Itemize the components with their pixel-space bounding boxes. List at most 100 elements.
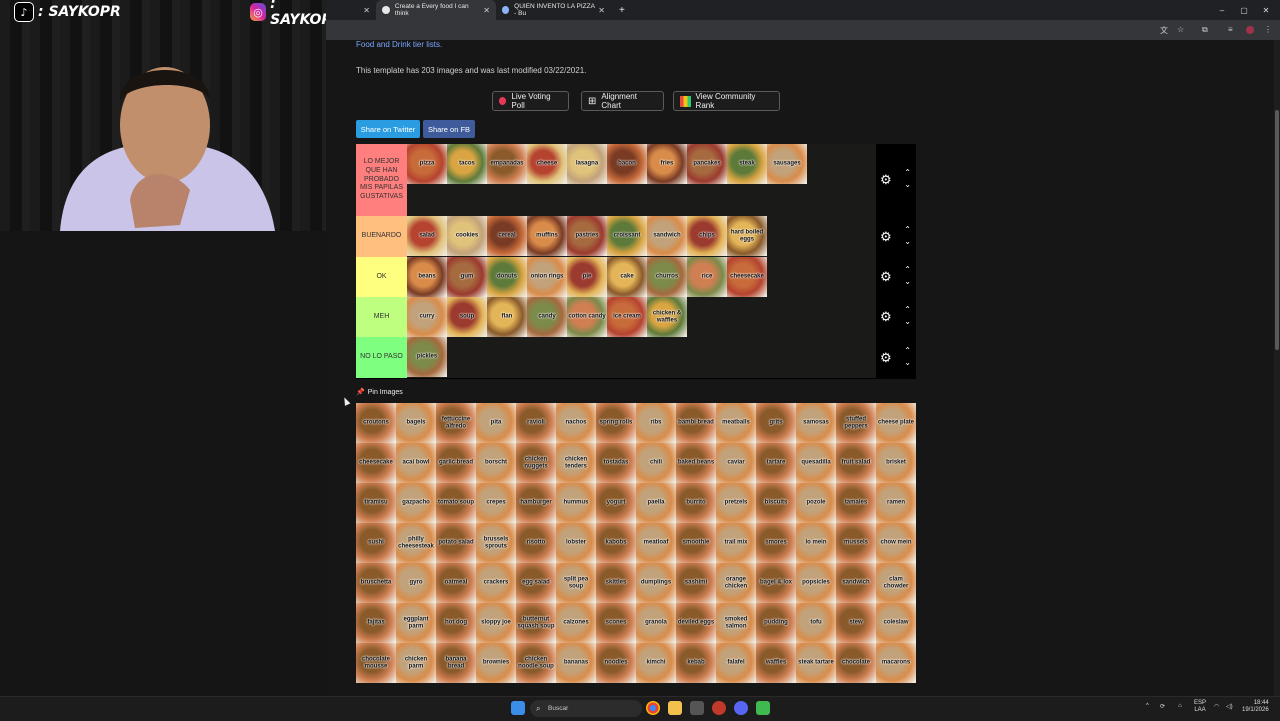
share-twitter-button[interactable]: Share on Twitter [356, 120, 420, 138]
tier-item[interactable]: cheesecake [727, 257, 767, 297]
tier-item[interactable]: cookies [447, 216, 487, 256]
pool-item[interactable]: brownies [476, 643, 516, 683]
tier-item[interactable]: steak [727, 144, 767, 184]
tier-item[interactable]: croissant [607, 216, 647, 256]
pool-item[interactable]: granola [636, 603, 676, 643]
alignment-chart-button[interactable]: ⊞ Alignment Chart [581, 91, 664, 111]
pool-item[interactable]: waffles [756, 643, 796, 683]
pool-item[interactable]: meatballs [716, 403, 756, 443]
gear-icon[interactable]: ⚙ [880, 229, 892, 245]
pool-item[interactable]: chow mein [876, 523, 916, 563]
profile-avatar[interactable] [1246, 26, 1254, 34]
tier-item[interactable]: cheese [527, 144, 567, 184]
pool-item[interactable]: falafel [716, 643, 756, 683]
chrome-icon[interactable] [646, 701, 660, 715]
pool-item[interactable]: tartare [756, 443, 796, 483]
community-rank-button[interactable]: View Community Rank [673, 91, 780, 111]
store-icon[interactable] [690, 701, 704, 715]
pool-item[interactable]: crackers [476, 563, 516, 603]
app-icon[interactable] [756, 701, 770, 715]
tier-item[interactable]: candy [527, 297, 567, 337]
tier-label[interactable]: BUENARDO [356, 216, 407, 257]
new-tab-button[interactable]: + [613, 0, 633, 20]
tier-label[interactable]: LO MEJOR QUE HAN PROBADO MIS PAPILAS GUS… [356, 144, 407, 216]
pool-item[interactable]: nachos [556, 403, 596, 443]
close-window-button[interactable]: ✕ [1255, 0, 1277, 20]
pool-item[interactable]: kebab [676, 643, 716, 683]
pool-item[interactable]: tofu [796, 603, 836, 643]
tier-item[interactable]: cereal [487, 216, 527, 256]
tier-list-category-link[interactable]: Food and Drink tier lists. [356, 40, 442, 49]
tier-item[interactable]: flan [487, 297, 527, 337]
pool-item[interactable]: spring rolls [596, 403, 636, 443]
translate-icon[interactable]: 文 [1160, 25, 1168, 36]
pool-item[interactable]: tamales [836, 483, 876, 523]
pool-item[interactable]: cheesecake [356, 443, 396, 483]
media-icon[interactable]: ≡ [1228, 25, 1233, 34]
close-tab-icon[interactable]: ✕ [483, 6, 490, 15]
pool-item[interactable]: paella [636, 483, 676, 523]
pool-item[interactable]: orange chicken [716, 563, 756, 603]
pool-item[interactable]: fettuccine alfredo [436, 403, 476, 443]
tier-item[interactable]: hard boiled eggs [727, 216, 767, 256]
minimize-button[interactable]: – [1211, 0, 1233, 20]
pool-item[interactable]: popsicles [796, 563, 836, 603]
pool-item[interactable]: bagels [396, 403, 436, 443]
tier-item[interactable]: sausages [767, 144, 807, 184]
star-icon[interactable]: ☆ [1177, 25, 1184, 34]
gear-icon[interactable]: ⚙ [880, 269, 892, 285]
pool-item[interactable]: hamburger [516, 483, 556, 523]
pool-item[interactable]: bagel & lox [756, 563, 796, 603]
pool-item[interactable]: risotto [516, 523, 556, 563]
pool-item[interactable]: potato salad [436, 523, 476, 563]
pool-item[interactable]: coleslaw [876, 603, 916, 643]
pool-item[interactable]: dumplings [636, 563, 676, 603]
pool-item[interactable]: pita [476, 403, 516, 443]
pool-item[interactable]: cheese plate [876, 403, 916, 443]
volume-icon[interactable]: ◁) [1226, 703, 1233, 710]
pool-item[interactable]: meatloaf [636, 523, 676, 563]
maximize-button[interactable]: ▢ [1233, 0, 1255, 20]
pool-item[interactable]: sandwich [836, 563, 876, 603]
pool-item[interactable]: pudding [756, 603, 796, 643]
live-voting-button[interactable]: Live Voting Poll [492, 91, 569, 111]
pool-item[interactable]: scones [596, 603, 636, 643]
tier-item[interactable]: pastries [567, 216, 607, 256]
pool-item[interactable]: pozole [796, 483, 836, 523]
pool-item[interactable]: bruschetta [356, 563, 396, 603]
tier-item[interactable]: soup [447, 297, 487, 337]
pool-item[interactable]: chocolate mousse [356, 643, 396, 683]
pool-item[interactable]: oatmeal [436, 563, 476, 603]
tier-item[interactable]: gum [447, 257, 487, 297]
move-down-icon[interactable]: ⌄ [904, 181, 911, 189]
keyboard-language[interactable]: ESP LAA [1194, 700, 1206, 714]
pool-item[interactable]: burrito [676, 483, 716, 523]
pool-item[interactable]: garlic bread [436, 443, 476, 483]
gear-icon[interactable]: ⚙ [880, 172, 892, 188]
tier-item[interactable]: chips [687, 216, 727, 256]
pool-item[interactable]: philly cheesesteak [396, 523, 436, 563]
pool-item[interactable]: croutons [356, 403, 396, 443]
pool-item[interactable]: calzones [556, 603, 596, 643]
pool-item[interactable]: chocolate [836, 643, 876, 683]
tier-item[interactable]: pickles [407, 337, 447, 377]
tier-item[interactable]: curry [407, 297, 447, 337]
tier-item[interactable]: rice [687, 257, 727, 297]
tier-item[interactable]: lasagna [567, 144, 607, 184]
pool-item[interactable]: borscht [476, 443, 516, 483]
pool-item[interactable]: banana bread [436, 643, 476, 683]
tier-item[interactable]: tacos [447, 144, 487, 184]
tier-item[interactable]: pancakes [687, 144, 727, 184]
pool-item[interactable]: chicken tenders [556, 443, 596, 483]
wifi-icon[interactable]: ◠ [1214, 703, 1219, 710]
obs-icon[interactable] [712, 701, 726, 715]
scrollbar-thumb[interactable] [1275, 110, 1279, 350]
tier-item[interactable]: onion rings [527, 257, 567, 297]
pool-item[interactable]: split pea soup [556, 563, 596, 603]
move-up-icon[interactable]: ⌃ [904, 306, 911, 314]
pool-item[interactable]: lo mein [796, 523, 836, 563]
tier-item[interactable]: empanadas [487, 144, 527, 184]
move-up-icon[interactable]: ⌃ [904, 266, 911, 274]
pin-images-toggle[interactable]: 📌 Pin Images [356, 388, 403, 397]
tier-label[interactable]: NO LO PASO [356, 337, 407, 378]
